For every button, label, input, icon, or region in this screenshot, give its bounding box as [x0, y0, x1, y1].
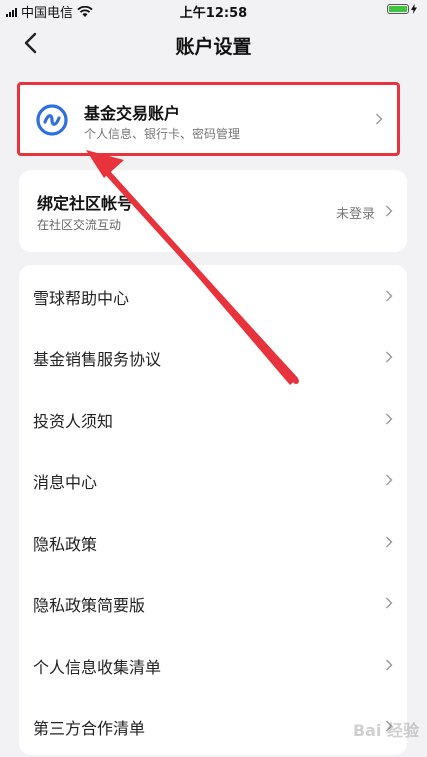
- community-title: 绑定社区帐号: [37, 194, 134, 213]
- clock: 上午12:58: [179, 6, 248, 21]
- fund-logo-icon: [36, 104, 68, 136]
- nav-bar: 账户设置: [0, 22, 427, 66]
- menu-item-sales-agreement[interactable]: 基金销售服务协议: [19, 326, 407, 388]
- menu-item-privacy-summary[interactable]: 隐私政策简要版: [19, 572, 407, 634]
- settings-menu: 雪球帮助中心 基金销售服务协议 投资人须知 消息中心 隐私政策 隐私政策简要版 …: [19, 265, 407, 755]
- menu-item-label: 基金销售服务协议: [33, 350, 162, 369]
- chevron-right-icon: [386, 205, 393, 217]
- menu-item-investor-notice[interactable]: 投资人须知: [19, 388, 407, 450]
- menu-item-label: 隐私政策: [33, 535, 98, 554]
- chevron-right-icon: [386, 659, 393, 671]
- menu-item-third-party-list[interactable]: 第三方合作清单: [19, 695, 407, 757]
- status-bar: 中国电信 上午12:58: [0, 0, 427, 21]
- chevron-right-icon: [386, 597, 393, 609]
- community-account-card[interactable]: 绑定社区帐号 在社区交流互动 未登录: [19, 170, 407, 252]
- menu-item-label: 个人信息收集清单: [33, 658, 162, 677]
- menu-item-help-center[interactable]: 雪球帮助中心: [19, 265, 407, 327]
- chevron-right-icon: [376, 113, 383, 125]
- community-subtitle: 在社区交流互动: [37, 218, 122, 232]
- menu-item-label: 消息中心: [33, 473, 98, 492]
- menu-item-label: 隐私政策简要版: [33, 596, 146, 615]
- menu-item-label: 第三方合作清单: [33, 719, 146, 738]
- chevron-right-icon: [386, 351, 393, 363]
- menu-item-message-center[interactable]: 消息中心: [19, 449, 407, 511]
- chevron-right-icon: [386, 413, 393, 425]
- chevron-right-icon: [386, 474, 393, 486]
- menu-item-privacy-policy[interactable]: 隐私政策: [19, 511, 407, 573]
- fund-account-subtitle: 个人信息、银行卡、密码管理: [84, 127, 241, 141]
- page-title: 账户设置: [175, 36, 252, 58]
- menu-item-personal-info-list[interactable]: 个人信息收集清单: [19, 634, 407, 696]
- chevron-right-icon: [386, 290, 393, 302]
- menu-item-label: 投资人须知: [33, 412, 114, 431]
- battery-icon: [387, 4, 417, 14]
- menu-item-label: 雪球帮助中心: [33, 289, 130, 308]
- watermark: Bai 经验: [352, 721, 419, 740]
- chevron-right-icon: [386, 536, 393, 548]
- fund-account-title: 基金交易账户: [84, 104, 181, 123]
- login-status: 未登录: [335, 207, 375, 222]
- fund-account-card[interactable]: 基金交易账户 个人信息、银行卡、密码管理: [17, 82, 400, 156]
